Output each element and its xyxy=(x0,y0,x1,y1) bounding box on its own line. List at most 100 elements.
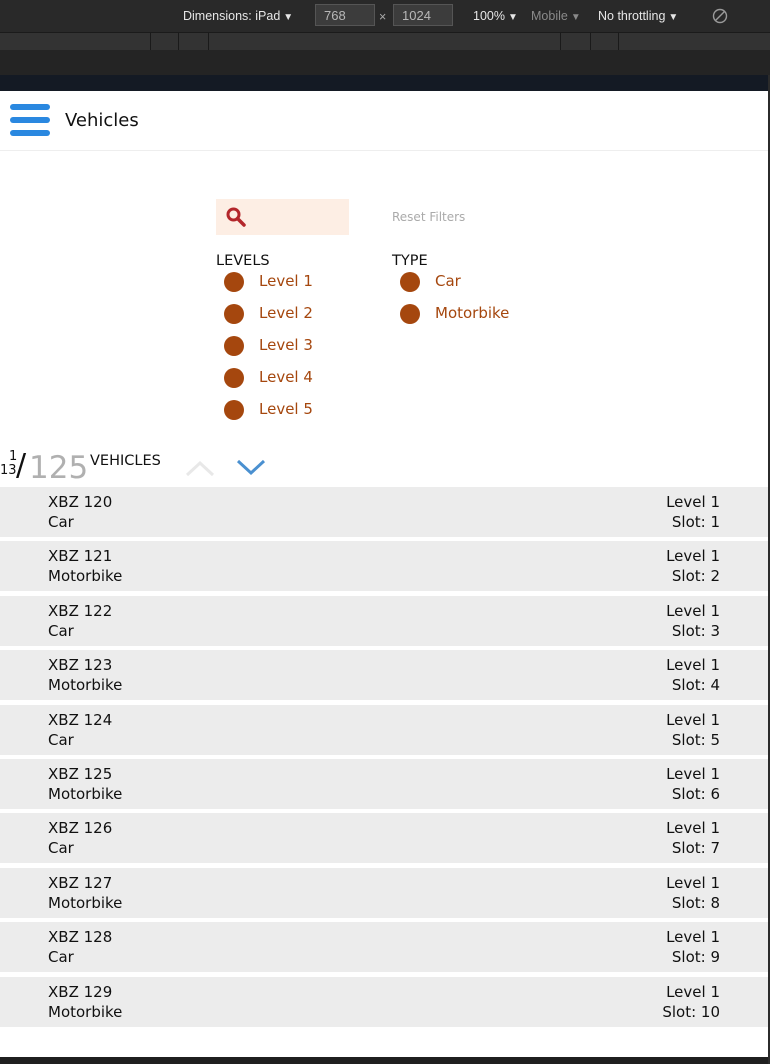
radio-dot-icon xyxy=(224,400,244,420)
vehicle-slot: Slot: 5 xyxy=(671,731,720,749)
height-input[interactable]: 1024 xyxy=(393,4,453,26)
vehicle-row[interactable]: XBZ 123 Motorbike Level 1 Slot: 4 xyxy=(0,650,768,700)
search-icon[interactable] xyxy=(225,206,247,228)
times-symbol: × xyxy=(379,10,387,24)
level-filter-label: Level 4 xyxy=(259,368,313,386)
vehicle-row[interactable]: XBZ 120 Car Level 1 Slot: 1 xyxy=(0,487,768,537)
level-filter-label: Level 2 xyxy=(259,304,313,322)
vehicle-slot: Slot: 7 xyxy=(671,839,720,857)
width-input[interactable]: 768 xyxy=(315,4,375,26)
vehicle-slot: Slot: 2 xyxy=(671,567,720,585)
vehicle-row[interactable]: XBZ 129 Motorbike Level 1 Slot: 10 xyxy=(0,977,768,1027)
vehicle-level: Level 1 xyxy=(666,874,720,892)
vehicle-plate: XBZ 125 xyxy=(48,765,113,783)
hamburger-menu-icon[interactable] xyxy=(10,104,50,137)
app-bar: Vehicles xyxy=(0,91,768,151)
dimensions-caret-icon: ▼ xyxy=(283,12,294,23)
vehicle-slot: Slot: 1 xyxy=(671,513,720,531)
vehicle-level: Level 1 xyxy=(666,547,720,565)
vehicle-level: Level 1 xyxy=(666,819,720,837)
vehicle-type: Car xyxy=(48,839,74,857)
vehicle-type: Car xyxy=(48,731,74,749)
type-filter-label: Motorbike xyxy=(435,304,510,322)
rotate-icon[interactable] xyxy=(711,7,729,25)
level-filter-label: Level 3 xyxy=(259,336,313,354)
vehicle-slot: Slot: 6 xyxy=(671,785,720,803)
vehicle-level: Level 1 xyxy=(666,493,720,511)
vehicle-plate: XBZ 122 xyxy=(48,602,113,620)
level-filter-label: Level 1 xyxy=(259,272,313,290)
vehicle-type: Motorbike xyxy=(48,785,123,803)
vehicle-level: Level 1 xyxy=(666,602,720,620)
vehicle-plate: XBZ 129 xyxy=(48,983,113,1001)
vehicle-row[interactable]: XBZ 126 Car Level 1 Slot: 7 xyxy=(0,813,768,863)
vehicle-type: Car xyxy=(48,513,74,531)
vehicle-plate: XBZ 121 xyxy=(48,547,113,565)
vehicle-row[interactable]: XBZ 125 Motorbike Level 1 Slot: 6 xyxy=(0,759,768,809)
vehicle-level: Level 1 xyxy=(666,656,720,674)
mode-label: Mobile xyxy=(531,9,568,23)
devtools-device-toolbar: Dimensions: iPad ▼ 768 × 1024 100% ▼ Mobil… xyxy=(0,0,770,32)
vehicle-type: Motorbike xyxy=(48,1003,123,1021)
search-input[interactable] xyxy=(216,199,349,235)
radio-dot-icon xyxy=(400,304,420,324)
vehicle-slot: Slot: 8 xyxy=(671,894,720,912)
radio-dot-icon xyxy=(224,304,244,324)
vehicle-row[interactable]: XBZ 122 Car Level 1 Slot: 3 xyxy=(0,596,768,646)
chevron-down-icon[interactable] xyxy=(236,458,266,478)
vehicle-slot: Slot: 9 xyxy=(671,948,720,966)
vehicle-type: Motorbike xyxy=(48,894,123,912)
vehicle-slot: Slot: 3 xyxy=(671,622,720,640)
throttling-label: No throttling xyxy=(598,9,666,23)
vehicle-type: Car xyxy=(48,948,74,966)
level-filter-label: Level 5 xyxy=(259,400,313,418)
vehicle-counter: 1 13 / 125 VEHICLES xyxy=(0,448,300,488)
throttling-caret-icon: ▼ xyxy=(668,12,679,23)
app-viewport: Vehicles Reset Filters LEVELS TYPE Level… xyxy=(0,91,768,1057)
vehicle-plate: XBZ 120 xyxy=(48,493,113,511)
vehicle-type: Car xyxy=(48,622,74,640)
devtools-gap xyxy=(0,50,770,75)
vehicle-level: Level 1 xyxy=(666,983,720,1001)
chevron-up-icon[interactable] xyxy=(185,458,215,478)
media-query-bar xyxy=(0,32,770,51)
vehicle-total: 125 xyxy=(29,450,89,486)
vehicle-row[interactable]: XBZ 128 Car Level 1 Slot: 9 xyxy=(0,922,768,972)
levels-heading: LEVELS xyxy=(216,253,270,269)
vehicle-plate: XBZ 123 xyxy=(48,656,113,674)
vehicle-row[interactable]: XBZ 124 Car Level 1 Slot: 5 xyxy=(0,705,768,755)
radio-dot-icon xyxy=(224,368,244,388)
vehicle-plate: XBZ 126 xyxy=(48,819,113,837)
counter-slash: / xyxy=(16,448,27,483)
dimensions-dropdown[interactable]: Dimensions: iPad ▼ xyxy=(183,9,293,23)
vehicle-row[interactable]: XBZ 121 Motorbike Level 1 Slot: 2 xyxy=(0,541,768,591)
vehicle-type: Motorbike xyxy=(48,676,123,694)
vehicle-slot: Slot: 4 xyxy=(671,676,720,694)
vehicle-type: Motorbike xyxy=(48,567,123,585)
radio-dot-icon xyxy=(224,272,244,292)
mode-dropdown[interactable]: Mobile ▼ xyxy=(531,9,581,23)
vehicle-level: Level 1 xyxy=(666,711,720,729)
vehicle-plate: XBZ 127 xyxy=(48,874,113,892)
zoom-caret-icon: ▼ xyxy=(507,12,518,23)
vehicle-level: Level 1 xyxy=(666,928,720,946)
viewport-top-strip xyxy=(0,75,768,91)
vehicle-count-label: VEHICLES xyxy=(90,453,161,469)
type-filter-label: Car xyxy=(435,272,461,290)
page-count: 13 xyxy=(0,463,17,478)
vehicle-level: Level 1 xyxy=(666,765,720,783)
dimensions-label: Dimensions: iPad xyxy=(183,9,281,23)
reset-filters-link[interactable]: Reset Filters xyxy=(392,210,465,224)
zoom-dropdown[interactable]: 100% ▼ xyxy=(473,9,518,23)
vehicle-plate: XBZ 124 xyxy=(48,711,113,729)
throttling-dropdown[interactable]: No throttling ▼ xyxy=(598,9,678,23)
vehicle-slot: Slot: 10 xyxy=(662,1003,720,1021)
radio-dot-icon xyxy=(400,272,420,292)
vehicle-row[interactable]: XBZ 127 Motorbike Level 1 Slot: 8 xyxy=(0,868,768,918)
page-title: Vehicles xyxy=(65,110,139,131)
mode-caret-icon: ▼ xyxy=(570,12,581,23)
vehicle-plate: XBZ 128 xyxy=(48,928,113,946)
type-heading: TYPE xyxy=(392,253,428,269)
viewport-bottom-edge xyxy=(0,1057,768,1064)
radio-dot-icon xyxy=(224,336,244,356)
